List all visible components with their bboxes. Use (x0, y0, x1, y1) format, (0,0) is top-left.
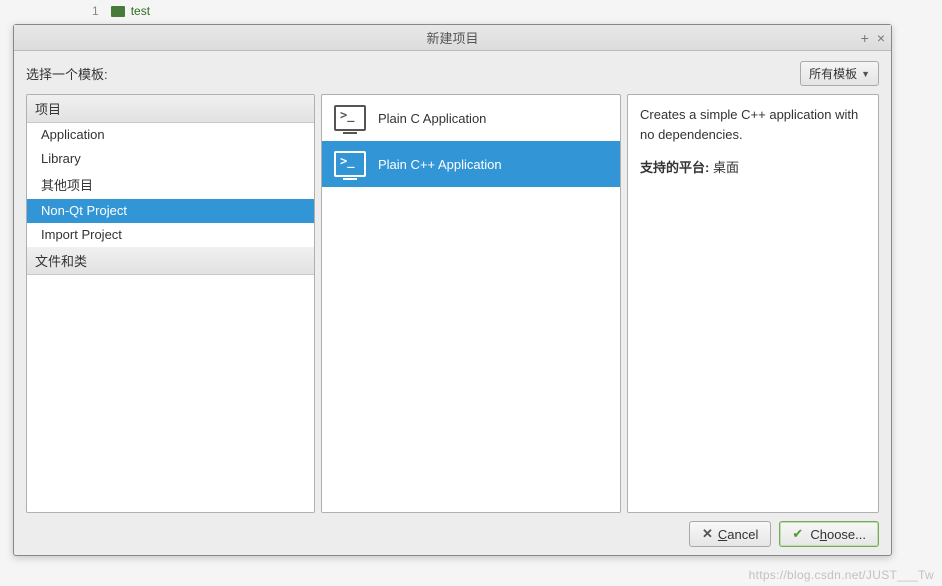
template-label: Plain C Application (378, 111, 486, 126)
category-item-non-qt[interactable]: Non-Qt Project (27, 199, 314, 223)
folder-icon (111, 6, 125, 17)
dialog-title: 新建项目 (14, 28, 891, 47)
window-close-icon[interactable]: × (877, 30, 885, 46)
template-filter-dropdown[interactable]: 所有模板 ▼ (800, 61, 879, 86)
check-icon (792, 528, 805, 541)
category-item-import[interactable]: Import Project (27, 223, 314, 247)
choose-template-label: 选择一个模板: (26, 64, 108, 83)
line-number: 1 (92, 4, 99, 18)
folder-label: test (131, 4, 150, 18)
category-item-other[interactable]: 其他项目 (27, 171, 314, 199)
chevron-down-icon: ▼ (861, 69, 870, 79)
terminal-icon (334, 151, 366, 177)
titlebar: 新建项目 + × (14, 25, 891, 51)
window-expand-icon[interactable]: + (861, 30, 869, 46)
background-tree-row: 1 test (0, 0, 942, 18)
choose-label: oose... (827, 527, 866, 542)
terminal-icon (334, 105, 366, 131)
choose-button[interactable]: Choose... (779, 521, 879, 547)
description-text: Creates a simple C++ application with no… (640, 105, 866, 144)
category-header-files: 文件和类 (27, 247, 314, 275)
template-item-plain-cpp[interactable]: Plain C++ Application (322, 141, 620, 187)
category-header: 项目 (27, 95, 314, 123)
close-icon: ✕ (702, 526, 713, 542)
template-list: Plain C Application Plain C++ Applicatio… (321, 94, 621, 513)
cancel-label: ancel (727, 527, 758, 542)
platform-line: 支持的平台: 桌面 (640, 158, 866, 178)
category-list: 项目 Application Library 其他项目 Non-Qt Proje… (26, 94, 315, 513)
template-label: Plain C++ Application (378, 157, 502, 172)
filter-label: 所有模板 (809, 65, 857, 82)
watermark: https://blog.csdn.net/JUST___Tw (749, 568, 934, 582)
category-item-library[interactable]: Library (27, 147, 314, 171)
template-item-plain-c[interactable]: Plain C Application (322, 95, 620, 141)
new-project-dialog: 新建项目 + × 选择一个模板: 所有模板 ▼ 项目 Application L… (13, 24, 892, 556)
description-panel: Creates a simple C++ application with no… (627, 94, 879, 513)
cancel-button[interactable]: ✕ Cancel (689, 521, 771, 547)
category-item-application[interactable]: Application (27, 123, 314, 147)
